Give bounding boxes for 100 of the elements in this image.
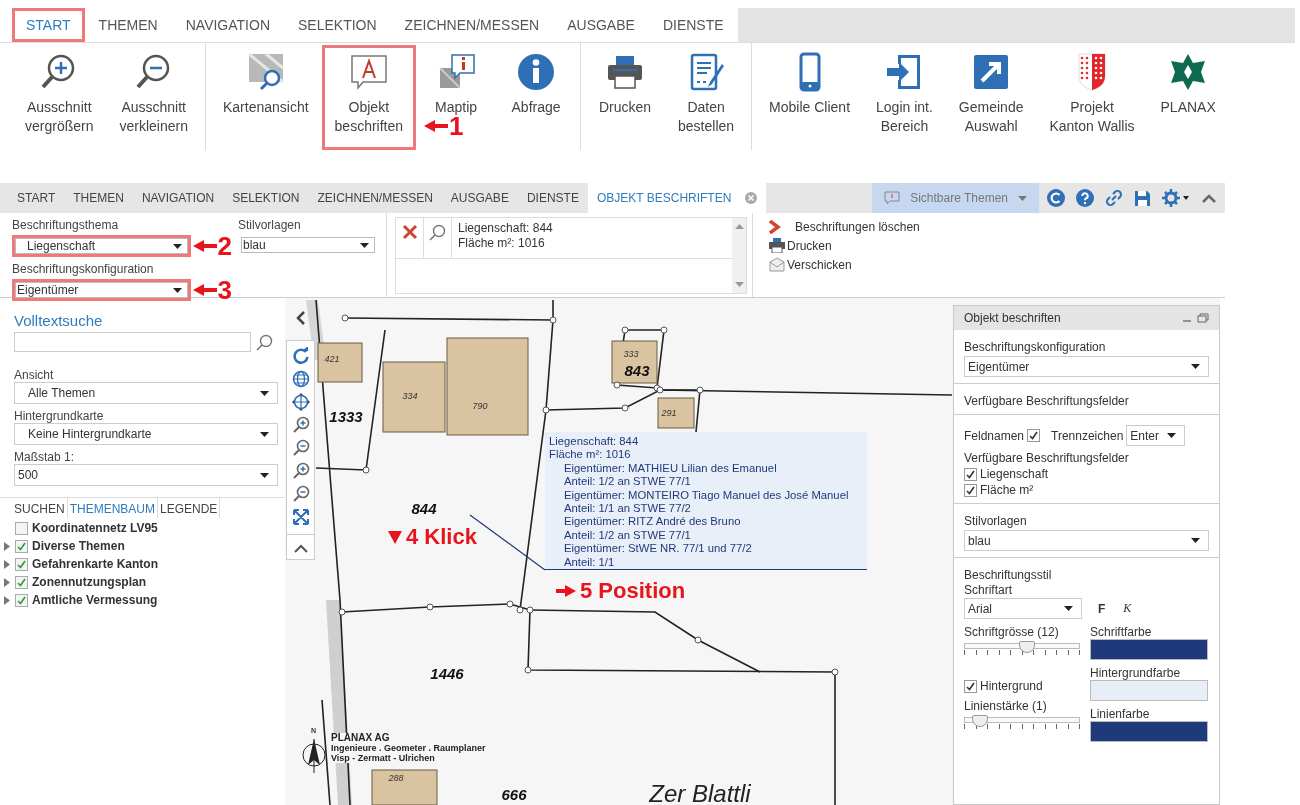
config-select[interactable]: Eigentümer bbox=[12, 279, 191, 301]
color-swatch[interactable] bbox=[1090, 639, 1208, 660]
chevron-up-icon[interactable] bbox=[293, 544, 308, 553]
action-button[interactable]: Beschriftungen löschen bbox=[769, 220, 920, 234]
ribbon-tab[interactable]: START bbox=[12, 8, 85, 42]
ribbon-tab[interactable]: THEMEN bbox=[84, 8, 172, 42]
ribbon-button[interactable]: Kartenansicht bbox=[209, 45, 322, 150]
panel-tab[interactable]: THEMENBAUM bbox=[67, 498, 158, 518]
ribbon-button[interactable]: PLANAX bbox=[1147, 45, 1229, 150]
checkbox[interactable] bbox=[15, 593, 28, 607]
slider[interactable] bbox=[964, 715, 1080, 731]
zoom-icon[interactable] bbox=[291, 485, 310, 503]
theme-select[interactable]: Liegenschaft bbox=[12, 235, 191, 257]
ribbon-tab[interactable]: DIENSTE bbox=[648, 8, 738, 42]
expand-icon[interactable] bbox=[3, 577, 11, 587]
select-field[interactable]: Alle Themen bbox=[14, 382, 278, 404]
scrollbar[interactable] bbox=[732, 218, 746, 293]
slider-thumb[interactable] bbox=[972, 715, 989, 727]
app-tab[interactable]: AUSGABE bbox=[441, 183, 518, 213]
color-swatch[interactable] bbox=[1090, 680, 1208, 701]
checkbox[interactable] bbox=[15, 539, 28, 553]
zoom-icon[interactable] bbox=[291, 439, 310, 457]
boundary-point bbox=[526, 606, 534, 614]
expand-icon[interactable] bbox=[3, 595, 11, 605]
font-select[interactable]: Arial bbox=[964, 598, 1082, 619]
zoom-icon[interactable] bbox=[291, 416, 310, 434]
ribbon-tab[interactable]: NAVIGATION bbox=[171, 8, 284, 42]
checkbox[interactable] bbox=[15, 521, 28, 535]
search-field[interactable] bbox=[14, 332, 251, 352]
select-field[interactable]: 500 bbox=[14, 464, 278, 486]
app-tab[interactable]: OBJEKT BESCHRIFTEN bbox=[587, 183, 767, 213]
checkbox[interactable] bbox=[964, 483, 977, 497]
ribbon-button[interactable]: Abfrage bbox=[496, 45, 577, 150]
scroll-down-icon[interactable] bbox=[734, 282, 744, 287]
ribbon-tab[interactable]: ZEICHNEN/MESSEN bbox=[390, 8, 554, 42]
slider-thumb[interactable] bbox=[1018, 641, 1035, 653]
ribbon-button[interactable]: Drucken bbox=[585, 45, 666, 150]
ribbon-button[interactable]: Gemeinde Auswahl bbox=[945, 45, 1037, 150]
ribbon-button[interactable]: Projekt Kanton Wallis bbox=[1036, 45, 1148, 150]
ribbon-button[interactable]: Daten bestellen bbox=[665, 45, 748, 150]
ribbon-button[interactable]: Ausschnitt vergrößern bbox=[12, 45, 107, 150]
action-button[interactable]: Verschicken bbox=[769, 257, 920, 272]
app-tab[interactable]: START bbox=[8, 183, 65, 213]
expand-icon[interactable] bbox=[3, 559, 11, 569]
caret-icon bbox=[1191, 364, 1200, 369]
separator-select[interactable]: Enter bbox=[1126, 425, 1186, 446]
app-tab[interactable]: ZEICHNEN/MESSEN bbox=[308, 183, 442, 213]
refresh-icon[interactable] bbox=[1047, 189, 1065, 207]
checkbox[interactable] bbox=[964, 679, 977, 693]
ribbon-button[interactable]: Login int. Bereich bbox=[863, 45, 946, 150]
ribbon-tab[interactable]: AUSGABE bbox=[553, 8, 649, 42]
app-tab[interactable]: NAVIGATION bbox=[132, 183, 224, 213]
fullscreen-icon[interactable] bbox=[291, 508, 310, 526]
link-icon[interactable] bbox=[1105, 189, 1123, 207]
comment-icon bbox=[884, 191, 901, 205]
panel-tab[interactable]: LEGENDE bbox=[158, 498, 221, 518]
help-icon[interactable] bbox=[1076, 189, 1094, 207]
action-button[interactable]: Drucken bbox=[769, 238, 920, 253]
layer-label[interactable]: Koordinatennetz LV95 bbox=[32, 521, 158, 535]
layer-label[interactable]: Diverse Themen bbox=[32, 539, 125, 553]
expand-icon[interactable] bbox=[3, 541, 11, 551]
panel-tab[interactable]: SUCHEN bbox=[12, 498, 68, 518]
config-select[interactable]: Eigentümer bbox=[964, 356, 1209, 377]
app-tab[interactable]: SELEKTION bbox=[223, 183, 309, 213]
layer-label[interactable]: Amtliche Vermessung bbox=[32, 593, 158, 607]
refresh-icon[interactable] bbox=[291, 347, 310, 365]
callout-text: Eigentümer: MATHIEU Lilian des Emanuel bbox=[563, 461, 778, 476]
layer-label[interactable]: Gefahrenkarte Kanton bbox=[32, 557, 159, 571]
app-tab[interactable]: THEMEN bbox=[64, 183, 133, 213]
checkbox[interactable] bbox=[15, 575, 28, 589]
app-tab[interactable]: DIENSTE bbox=[517, 183, 588, 213]
select-field[interactable]: Keine Hintergrundkarte bbox=[14, 423, 278, 445]
globe-icon[interactable] bbox=[291, 370, 310, 388]
style-select[interactable]: blau bbox=[964, 530, 1209, 551]
checkbox[interactable] bbox=[15, 557, 28, 571]
boundary-point bbox=[549, 316, 557, 324]
annotation-number: 3 bbox=[217, 277, 232, 303]
ribbon-button[interactable]: Ausschnitt verkleinern bbox=[106, 45, 201, 150]
checkbox[interactable] bbox=[964, 467, 977, 481]
field-label: Beschriftungsthema bbox=[12, 218, 120, 232]
chevron-icon[interactable] bbox=[296, 311, 306, 325]
color-swatch[interactable] bbox=[1090, 721, 1208, 742]
layer-label[interactable]: Zonennutzungsplan bbox=[32, 575, 146, 589]
ribbon-tab[interactable]: SELEKTION bbox=[284, 8, 391, 42]
search-icon[interactable] bbox=[256, 333, 273, 351]
zoom-icon[interactable] bbox=[291, 462, 310, 480]
style-select[interactable]: blau bbox=[238, 234, 378, 256]
save-icon[interactable] bbox=[1134, 189, 1151, 207]
collapse-icon[interactable] bbox=[1201, 193, 1217, 203]
slider[interactable] bbox=[964, 641, 1080, 657]
globe-icon[interactable] bbox=[291, 393, 310, 411]
checkbox[interactable] bbox=[1027, 429, 1041, 442]
italic-button[interactable]: K bbox=[1123, 601, 1132, 616]
restore-icon[interactable] bbox=[1197, 313, 1209, 323]
callout-text: Anteil: 1/1 bbox=[563, 555, 616, 570]
settings-icon[interactable] bbox=[1162, 189, 1190, 207]
ribbon-button[interactable]: Objekt beschriften bbox=[321, 45, 417, 150]
scroll-up-icon[interactable] bbox=[734, 224, 744, 229]
bold-button[interactable]: F bbox=[1098, 601, 1106, 616]
ribbon-button[interactable]: Mobile Client bbox=[756, 45, 864, 150]
